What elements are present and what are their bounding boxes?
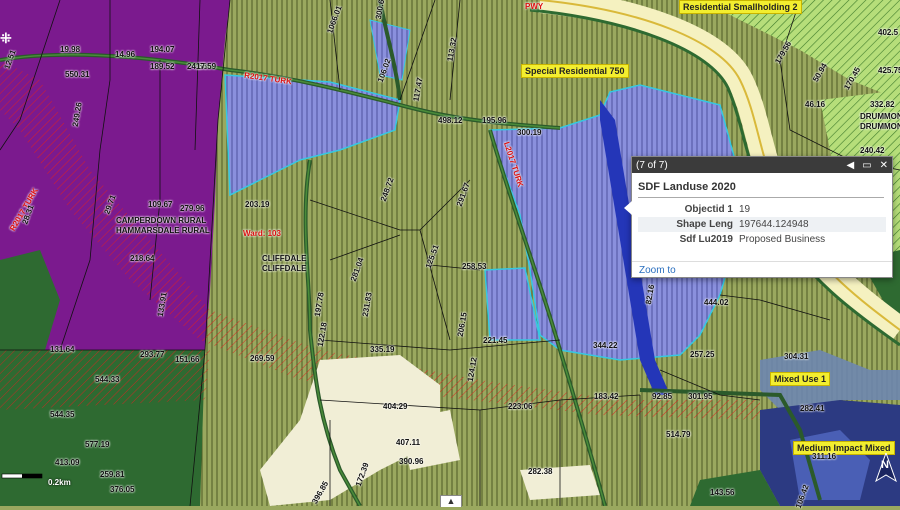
dimension-label: 514.79: [666, 430, 691, 439]
dimension-label: 544.33: [95, 375, 120, 384]
attribute-row: Sdf Lu2019 Proposed Business: [638, 232, 886, 247]
popup-attributes: Objectid 1 19 Shape Leng 197644.124948 Sdf…: [638, 202, 886, 247]
dimension-label: 269.59: [250, 354, 275, 363]
dimension-label: 183.42: [594, 392, 619, 401]
popup-footer-divider: [632, 261, 892, 262]
dimension-label: 258.53: [462, 262, 487, 271]
area-label-drummon-2: DRUMMON: [860, 122, 900, 131]
area-label-drummon-1: DRUMMON: [860, 112, 900, 121]
dimension-label: 544.35: [50, 410, 75, 419]
dimension-label: 240.42: [860, 146, 885, 155]
dimension-label: 257.25: [690, 350, 715, 359]
area-label-hammarsdale: HAMMARSDALE RURAL: [116, 226, 210, 235]
ward-label: Ward: 103: [243, 229, 281, 238]
dimension-label: 311.16: [812, 452, 837, 461]
dimension-label: 189.52: [150, 62, 175, 71]
area-label-cliffdale-1: CLIFFDALE: [262, 254, 307, 263]
maximize-icon[interactable]: ▭: [862, 160, 871, 171]
road-label-pwy: PWY: [525, 2, 544, 11]
dimension-label: 259.81: [100, 470, 125, 479]
dimension-label: 221.45: [483, 336, 508, 345]
chevron-up-icon[interactable]: ▲: [440, 495, 462, 507]
dimension-label: 498.12: [438, 116, 463, 125]
area-label-camperdown: CAMPERDOWN RURAL: [116, 216, 207, 225]
dimension-label: 390.96: [399, 457, 424, 466]
dimension-label: 143.56: [710, 488, 735, 497]
dimension-label: 300.19: [517, 128, 542, 137]
dimension-label: 218.64: [130, 254, 155, 263]
dimension-label: 131.64: [50, 345, 75, 354]
dimension-label: 304.31: [784, 352, 809, 361]
dimension-label: 413.09: [55, 458, 80, 467]
dimension-label: 376.05: [110, 485, 135, 494]
popup-pointer: [624, 201, 632, 215]
feature-popup: (7 of 7) ◀ ▭ ✕ SDF Landuse 2020 Objectid…: [624, 156, 893, 278]
dimension-label: 402.5: [878, 28, 899, 37]
zone-label-residential-smallholding: Residential Smallholding 2: [679, 0, 802, 14]
zone-label-special-residential: Special Residential 750: [521, 64, 629, 78]
dimension-label: 425.75: [878, 66, 900, 75]
dimension-label: 17.59: [196, 62, 217, 71]
dimension-label: 195.96: [482, 116, 507, 125]
close-icon[interactable]: ✕: [880, 160, 888, 171]
dimension-label: 344.22: [593, 341, 618, 350]
dimension-label: 19.98: [60, 45, 81, 54]
attribute-key: Shape Leng: [676, 219, 733, 230]
dimension-label: 46.16: [805, 100, 826, 109]
previous-feature-icon[interactable]: ◀: [846, 160, 854, 171]
dimension-label: 335.19: [370, 345, 395, 354]
attribute-value: Proposed Business: [739, 234, 826, 245]
dimension-label: 14.96: [115, 50, 136, 59]
attribute-key: Objectid 1: [684, 204, 733, 215]
dimension-label: 293.77: [140, 350, 165, 359]
attribute-row: Shape Leng 197644.124948: [638, 217, 886, 232]
dimension-label: 109.67: [148, 200, 173, 209]
north-label: N: [881, 459, 889, 471]
dimension-label: 223.06: [508, 402, 533, 411]
dimension-label: 151.66: [175, 355, 200, 364]
nav-handle-icon[interactable]: ⁜: [0, 30, 12, 46]
dimension-label: 282.41: [800, 404, 825, 413]
popup-title: SDF Landuse 2020: [638, 181, 884, 198]
dimension-label: 407.11: [396, 438, 421, 447]
dimension-label: 404.29: [383, 402, 408, 411]
dimension-label: 332.82: [870, 100, 895, 109]
zoom-to-link[interactable]: Zoom to: [639, 265, 676, 276]
area-label-cliffdale-2: CLIFFDALE: [262, 264, 307, 273]
dimension-label: 92.85: [652, 392, 673, 401]
attribute-value: 19: [739, 204, 751, 215]
dimension-label: 282.38: [528, 467, 553, 476]
dimension-label: 194.07: [150, 45, 175, 54]
scale-label: 0.2km: [48, 478, 71, 487]
attribute-value: 197644.124948: [739, 219, 809, 230]
dimension-label: 577.19: [85, 440, 110, 449]
zone-label-mixed-use: Mixed Use 1: [770, 372, 831, 386]
popup-header: (7 of 7) ◀ ▭ ✕: [632, 157, 892, 173]
dimension-label: 203.19: [245, 200, 270, 209]
dimension-label: 550.31: [65, 70, 90, 79]
dimension-label: 444.02: [704, 298, 729, 307]
dimension-label: 301.95: [688, 392, 713, 401]
attribute-row: Objectid 1 19: [638, 202, 886, 217]
attribute-key: Sdf Lu2019: [679, 234, 733, 245]
dimension-label: 279.96: [180, 204, 205, 213]
popup-count: (7 of 7): [636, 159, 668, 171]
